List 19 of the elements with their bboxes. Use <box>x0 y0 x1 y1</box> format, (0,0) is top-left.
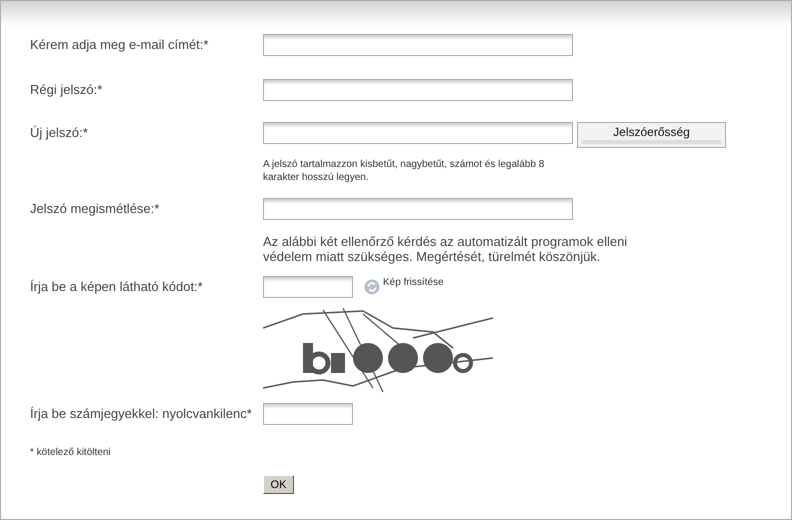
password-strength-button[interactable]: Jelszóerősség <box>577 122 726 148</box>
field-label: Jelszó megismétlése:* <box>30 200 160 218</box>
input-field[interactable] <box>263 198 573 220</box>
input-field[interactable] <box>263 34 573 56</box>
field-label: Kérem adja meg e-mail címét:* <box>30 36 210 54</box>
password-hint: A jelszó tartalmazzon kisbetűt, nagybetűt, számot és legalább 8 karakter hosszú legyen. <box>263 158 546 184</box>
required-footnote: * kötelező kitölteni <box>30 447 111 459</box>
field-label: Írja be a képen látható kódot:* <box>30 278 204 296</box>
refresh-image-link[interactable]: Kép frissítése <box>383 277 444 288</box>
refresh-icon[interactable] <box>364 279 380 295</box>
captcha-note: Az alábbi két ellenőrző kérdés az automatizált programok elleni védelem miatt szükséges. Megértését, türelmét köszönjük. <box>263 234 628 264</box>
field-label: Régi jelszó:* <box>30 81 104 99</box>
field-label: Írja be számjegyekkel: nyolcvankilenc* <box>30 405 253 423</box>
input-field[interactable] <box>263 403 353 425</box>
input-field[interactable] <box>263 276 353 298</box>
ok-button[interactable]: OK <box>263 475 294 494</box>
input-field[interactable] <box>263 122 573 144</box>
input-field[interactable] <box>263 79 573 101</box>
field-label: Új jelszó:* <box>30 124 89 142</box>
